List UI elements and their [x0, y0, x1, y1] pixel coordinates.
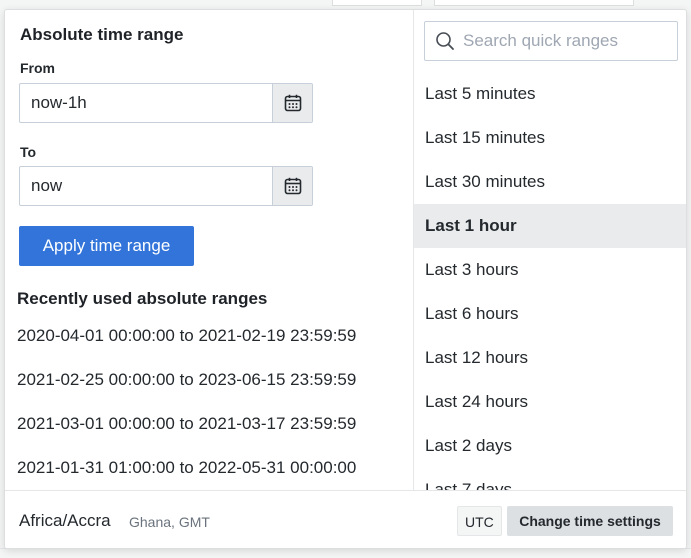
- quick-range-item[interactable]: Last 12 hours: [414, 336, 686, 380]
- from-calendar-button[interactable]: [272, 84, 312, 122]
- timezone-footer: Africa/Accra Ghana, GMT UTC Change time …: [5, 490, 686, 548]
- absolute-range-title: Absolute time range: [20, 25, 184, 44]
- timezone-name: Africa/Accra: [19, 511, 111, 530]
- recent-ranges-title: Recently used absolute ranges: [17, 289, 268, 308]
- to-label: To: [20, 144, 37, 160]
- quick-range-item[interactable]: Last 15 minutes: [414, 116, 686, 160]
- search-quick-ranges-input[interactable]: Search quick ranges: [424, 21, 678, 61]
- recent-ranges-list: 2020-04-01 00:00:00 to 2021-02-19 23:59:…: [17, 324, 407, 490]
- recent-range-item[interactable]: 2021-03-01 00:00:00 to 2021-03-17 23:59:…: [17, 412, 407, 456]
- background-tab: [332, 0, 422, 6]
- absolute-range-panel: Absolute time range From now-1h To now A…: [5, 10, 413, 490]
- recent-range-item[interactable]: 2020-04-01 00:00:00 to 2021-02-19 23:59:…: [17, 324, 407, 368]
- calendar-icon: [284, 177, 301, 195]
- search-icon: [436, 32, 454, 50]
- recent-range-item[interactable]: 2021-02-25 00:00:00 to 2023-06-15 23:59:…: [17, 368, 407, 412]
- change-time-settings-button[interactable]: Change time settings: [507, 506, 673, 536]
- from-label: From: [20, 60, 55, 76]
- search-placeholder: Search quick ranges: [463, 31, 618, 50]
- quick-ranges-panel: Search quick ranges Last 5 minutes Last …: [413, 10, 686, 490]
- background-tab: [434, 0, 634, 6]
- time-range-picker: Absolute time range From now-1h To now A…: [4, 9, 687, 549]
- timezone-detail: Ghana, GMT: [129, 514, 210, 530]
- to-input[interactable]: now: [20, 167, 272, 205]
- recent-range-item[interactable]: 2021-01-31 01:00:00 to 2022-05-31 00:00:…: [17, 456, 407, 490]
- quick-range-item-selected[interactable]: Last 1 hour: [414, 204, 686, 248]
- quick-range-item[interactable]: Last 3 hours: [414, 248, 686, 292]
- quick-range-item[interactable]: Last 24 hours: [414, 380, 686, 424]
- apply-time-range-button[interactable]: Apply time range: [19, 226, 194, 266]
- quick-range-item[interactable]: Last 7 days: [414, 468, 686, 490]
- utc-badge: UTC: [457, 506, 502, 536]
- quick-range-item[interactable]: Last 2 days: [414, 424, 686, 468]
- quick-range-item[interactable]: Last 6 hours: [414, 292, 686, 336]
- from-input[interactable]: now-1h: [20, 84, 272, 122]
- quick-range-item[interactable]: Last 30 minutes: [414, 160, 686, 204]
- quick-ranges-list: Last 5 minutes Last 15 minutes Last 30 m…: [414, 72, 686, 490]
- to-calendar-button[interactable]: [272, 167, 312, 205]
- to-field: now: [19, 166, 313, 206]
- calendar-icon: [284, 94, 301, 112]
- from-field: now-1h: [19, 83, 313, 123]
- quick-range-item[interactable]: Last 5 minutes: [414, 72, 686, 116]
